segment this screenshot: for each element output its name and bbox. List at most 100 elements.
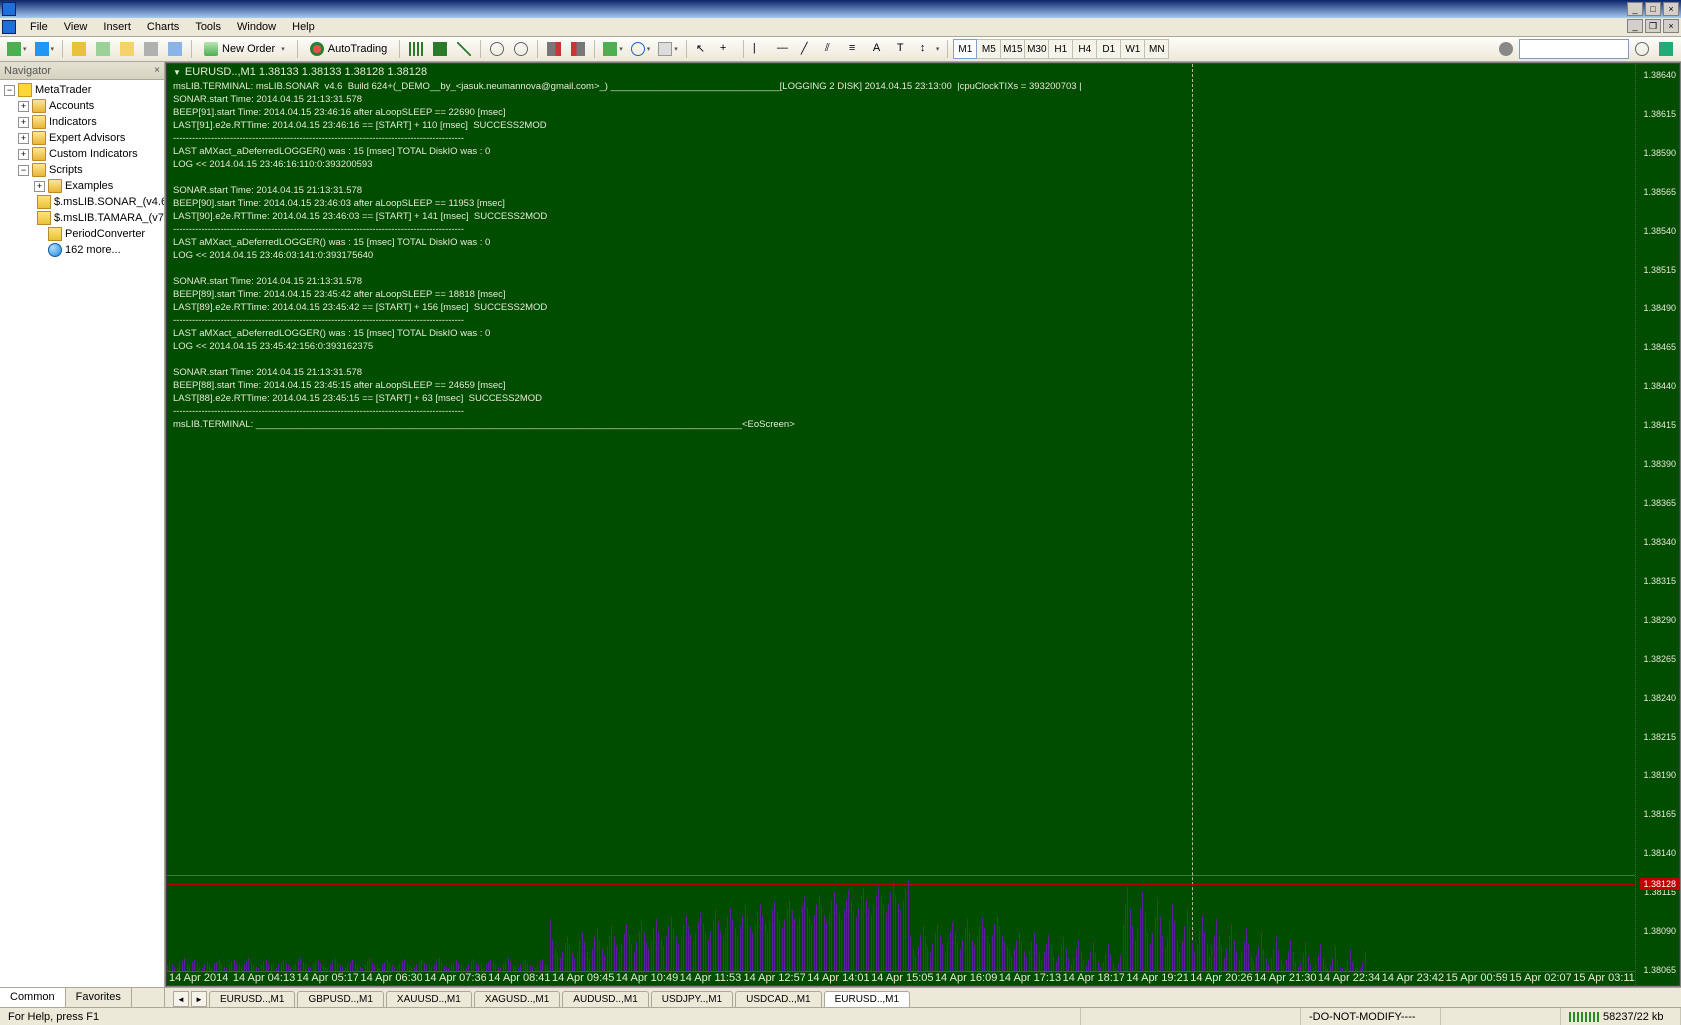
search-go-button[interactable] [1655, 39, 1677, 59]
trendline-button[interactable]: ╱ [797, 39, 819, 59]
templates-button[interactable]: ▾ [655, 39, 681, 59]
timeframe-m15[interactable]: M15 [1001, 39, 1025, 59]
search-button[interactable] [1631, 39, 1653, 59]
maximize-button[interactable]: □ [1645, 2, 1661, 16]
timeframe-h4[interactable]: H4 [1073, 39, 1097, 59]
tabs-scroll-left[interactable]: ◄ [173, 991, 189, 1007]
window-titlebar: _ □ × [0, 0, 1681, 18]
timeframe-mn[interactable]: MN [1145, 39, 1169, 59]
ytick: 1.38365 [1643, 498, 1676, 508]
chart-tab[interactable]: AUDUSD..,M1 [562, 991, 648, 1007]
menu-view[interactable]: View [56, 19, 96, 35]
chart-tab[interactable]: XAGUSD..,M1 [474, 991, 560, 1007]
crosshair-button[interactable]: + [716, 39, 738, 59]
line-chart-button[interactable] [453, 39, 475, 59]
timeframe-m5[interactable]: M5 [977, 39, 1001, 59]
mdi-minimize-button[interactable]: _ [1627, 19, 1643, 33]
zoom-out-button[interactable] [510, 39, 532, 59]
minimize-button[interactable]: _ [1627, 2, 1643, 16]
tree-indicators[interactable]: +Indicators [0, 114, 164, 130]
autotrading-button[interactable]: AutoTrading [303, 39, 395, 59]
navigator-title: Navigator [4, 65, 51, 77]
zoom-in-button[interactable] [486, 39, 508, 59]
strategy-tester-button[interactable] [164, 39, 186, 59]
indicators-button[interactable]: ▾ [600, 39, 626, 59]
equidistant-button[interactable]: ⫽ [821, 39, 843, 59]
candle-chart-button[interactable] [429, 39, 451, 59]
chart-tab[interactable]: EURUSD..,M1 [209, 991, 295, 1007]
ytick: 1.38615 [1643, 109, 1676, 119]
autotrading-label: AutoTrading [328, 43, 388, 55]
cursor-button[interactable]: ↖ [692, 39, 714, 59]
menu-window[interactable]: Window [229, 19, 284, 35]
new-chart-button[interactable]: ▾ [4, 39, 30, 59]
ytick: 1.38515 [1643, 265, 1676, 275]
text-label-button[interactable]: T [893, 39, 915, 59]
clock-icon [631, 42, 645, 56]
navigator-button[interactable] [116, 39, 138, 59]
search-select[interactable] [1519, 39, 1629, 59]
line-icon [457, 42, 471, 56]
chart-canvas[interactable]: ▼ EURUSD..,M1 1.38133 1.38133 1.38128 1.… [167, 64, 1635, 985]
chart-tab[interactable]: XAUUSD..,M1 [386, 991, 472, 1007]
text-button[interactable]: A [869, 39, 891, 59]
periods-button[interactable]: ▾ [628, 39, 654, 59]
arrows-button[interactable]: ↕▾ [917, 39, 943, 59]
chart-tab[interactable]: USDJPY..,M1 [651, 991, 733, 1007]
xtick: 14 Apr 2014 [167, 972, 231, 985]
new-order-button[interactable]: New Order▾ [197, 39, 292, 59]
tree-more[interactable]: 162 more... [0, 242, 164, 258]
tree-script-periodconverter[interactable]: PeriodConverter [0, 226, 164, 242]
chart-tab[interactable]: GBPUSD..,M1 [297, 991, 383, 1007]
timeframe-d1[interactable]: D1 [1097, 39, 1121, 59]
market-watch-button[interactable] [68, 39, 90, 59]
statusbar: For Help, press F1 -DO-NOT-MODIFY---- 58… [0, 1007, 1681, 1025]
data-window-button[interactable] [92, 39, 114, 59]
search-icon [1635, 42, 1649, 56]
ytick: 1.38190 [1643, 770, 1676, 780]
timeframe-m1[interactable]: M1 [953, 39, 977, 59]
tree-accounts[interactable]: +Accounts [0, 98, 164, 114]
hline-button[interactable]: — [773, 39, 795, 59]
xtick: 14 Apr 04:13 [231, 972, 295, 985]
timeframe-w1[interactable]: W1 [1121, 39, 1145, 59]
tree-custom-indicators[interactable]: +Custom Indicators [0, 146, 164, 162]
status-connection: 58237/22 kb [1561, 1008, 1681, 1025]
chart-tab[interactable]: USDCAD..,M1 [735, 991, 821, 1007]
chevron-down-icon[interactable]: ▼ [173, 68, 181, 77]
hline-icon: — [777, 42, 791, 56]
vline-button[interactable]: | [749, 39, 771, 59]
autoscroll-button[interactable] [543, 39, 565, 59]
tree-script-tamara[interactable]: $.msLIB.TAMARA_(v7.22 [0, 210, 164, 226]
tree-examples[interactable]: +Examples [0, 178, 164, 194]
folder-icon [48, 179, 62, 193]
mdi-close-button[interactable]: × [1663, 19, 1679, 33]
timeframe-m30[interactable]: M30 [1025, 39, 1049, 59]
settings-button[interactable] [1495, 39, 1517, 59]
bar-chart-button[interactable] [405, 39, 427, 59]
close-button[interactable]: × [1663, 2, 1679, 16]
xtick: 14 Apr 07:36 [422, 972, 486, 985]
menu-help[interactable]: Help [284, 19, 323, 35]
terminal-icon [144, 42, 158, 56]
chart-shift-button[interactable] [567, 39, 589, 59]
menu-insert[interactable]: Insert [95, 19, 139, 35]
tree-scripts[interactable]: −Scripts [0, 162, 164, 178]
chart-tab[interactable]: EURUSD..,M1 [824, 991, 910, 1007]
profiles-button[interactable]: ▾ [32, 39, 58, 59]
ytick: 1.38490 [1643, 303, 1676, 313]
terminal-button[interactable] [140, 39, 162, 59]
timeframe-h1[interactable]: H1 [1049, 39, 1073, 59]
fibo-button[interactable]: ≡ [845, 39, 867, 59]
menu-tools[interactable]: Tools [187, 19, 229, 35]
tabs-scroll-right[interactable]: ► [191, 991, 207, 1007]
mdi-restore-button[interactable]: ❐ [1645, 19, 1661, 33]
nav-tab-favorites[interactable]: Favorites [66, 988, 132, 1007]
nav-tab-common[interactable]: Common [0, 988, 66, 1007]
menu-charts[interactable]: Charts [139, 19, 187, 35]
navigator-close-button[interactable]: × [154, 65, 160, 76]
tree-script-sonar[interactable]: $.msLIB.SONAR_(v4.6)_M [0, 194, 164, 210]
tree-experts[interactable]: +Expert Advisors [0, 130, 164, 146]
tree-root[interactable]: −MetaTrader [0, 82, 164, 98]
menu-file[interactable]: File [22, 19, 56, 35]
